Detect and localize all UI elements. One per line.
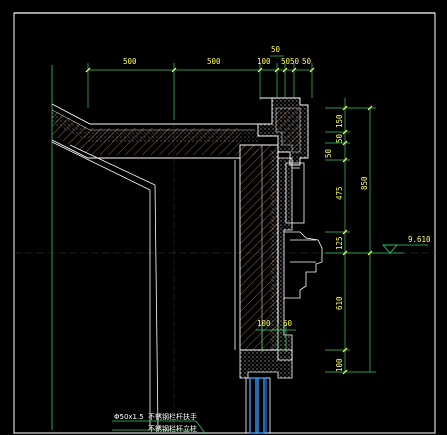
sloped-slab [51, 103, 260, 159]
right-dimension-chain [325, 98, 376, 373]
window-frame [245, 377, 271, 434]
drawing-frame [13, 12, 436, 434]
right-dim-3: 50 [324, 148, 333, 158]
lower-dim-2: 60 [283, 319, 293, 328]
right-dim-4: 475 [335, 186, 344, 200]
molding-band [284, 231, 323, 299]
right-dim-6: 610 [335, 296, 344, 310]
note-post: 不锈钢栏杆立柱 [148, 424, 197, 433]
right-dim-7: 100 [335, 358, 344, 372]
note-diameter: Φ50x1.5 [114, 413, 144, 421]
top-dim-1: 500 [123, 57, 137, 66]
top-dim-2: 500 [207, 57, 221, 66]
top-dim-extra: 50 [271, 45, 281, 54]
inner-soffit [51, 141, 236, 431]
top-dim-3: 100 [257, 57, 271, 66]
note-handrail: 不锈钢栏杆扶手 [148, 412, 197, 421]
cad-section-drawing: 500 500 100 50 50 50 50 150 50 50 475 12… [13, 12, 436, 434]
elevation-value: 9.610 [408, 235, 431, 244]
elevation-marker [376, 244, 428, 254]
right-dim-2: 50 [335, 133, 344, 143]
lower-dim-1: 100 [257, 319, 271, 328]
top-dim-6: 50 [302, 57, 312, 66]
wall-base [239, 349, 293, 379]
top-dim-5: 50 [290, 57, 300, 66]
right-dim-total: 850 [360, 176, 369, 190]
right-dim-1: 150 [335, 114, 344, 128]
right-dim-5: 125 [335, 236, 344, 250]
